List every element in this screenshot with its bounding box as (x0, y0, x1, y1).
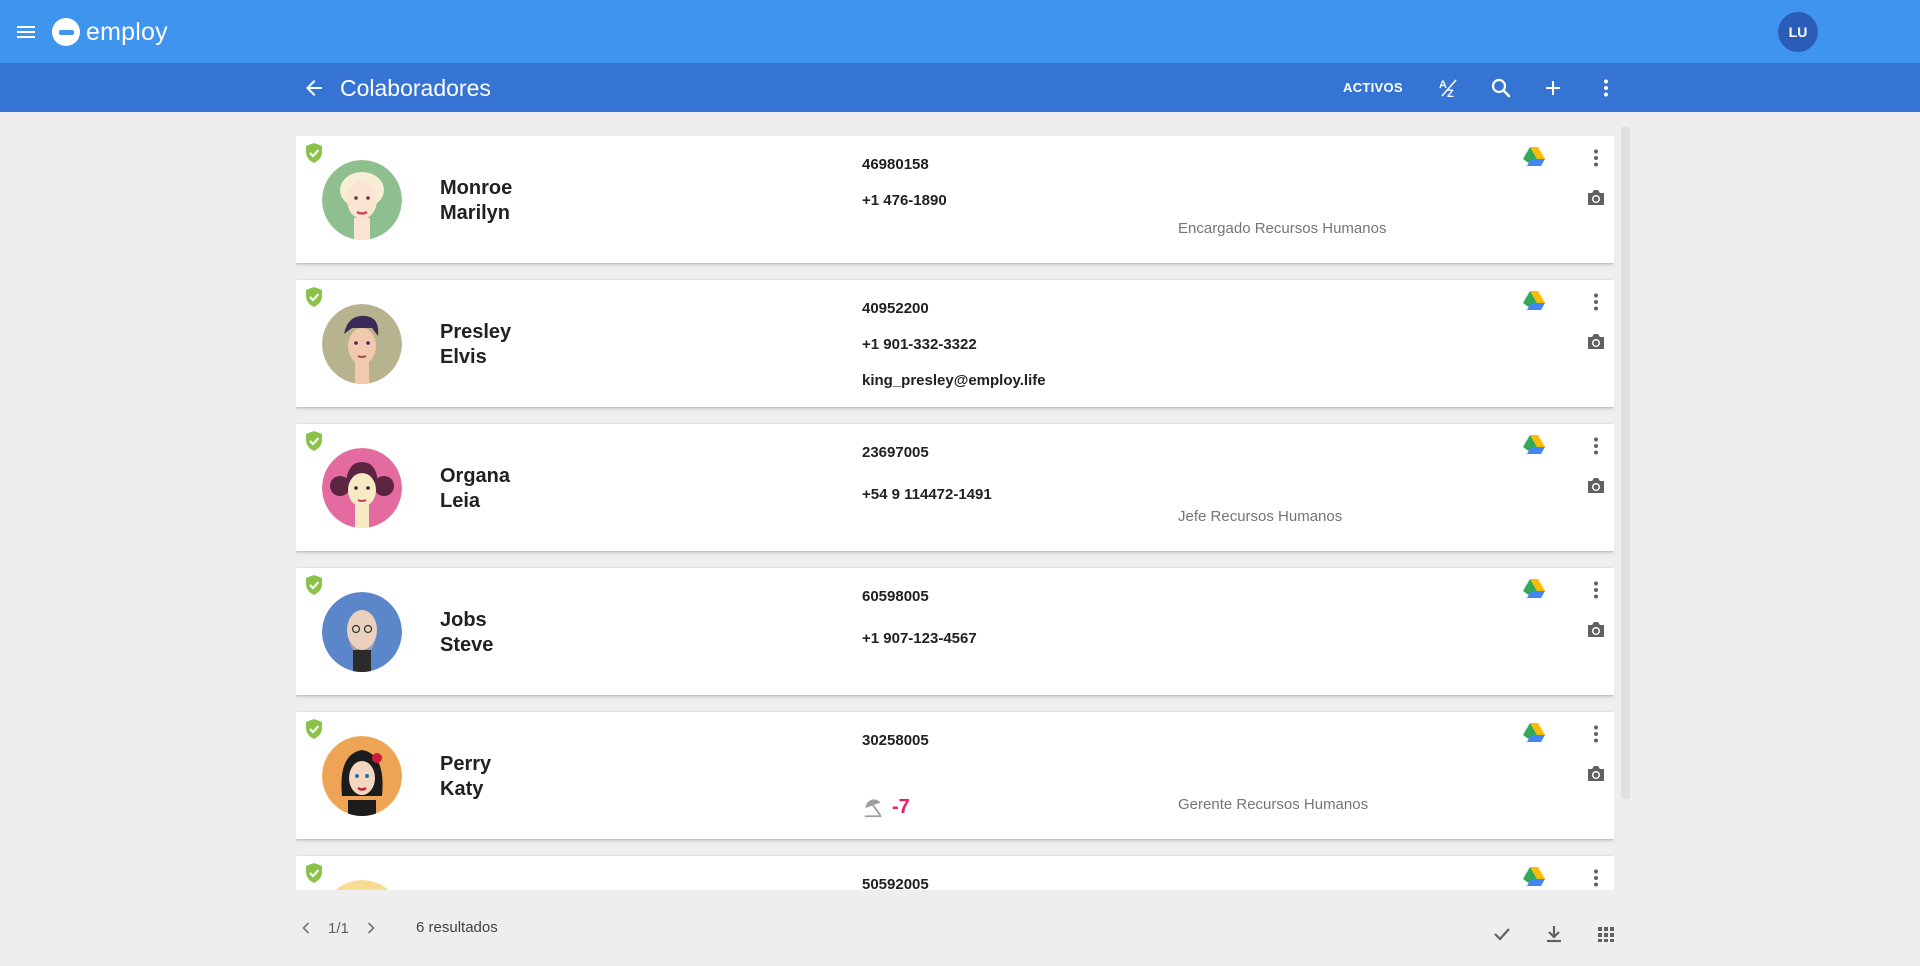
search-icon[interactable] (1489, 76, 1513, 100)
collaborator-card[interactable]: Perry Katy 30258005 -7 Gerente Recursos … (296, 712, 1614, 839)
verified-shield-icon (306, 863, 322, 883)
collaborator-name[interactable]: Perry Katy (440, 752, 491, 802)
brand-name: employ (86, 17, 168, 46)
results-count: 6 resultados (416, 919, 498, 936)
job-role: Jefe Recursos Humanos (1178, 508, 1343, 525)
grid-view-icon[interactable] (1594, 922, 1618, 946)
google-drive-icon[interactable] (1522, 290, 1546, 312)
collaborator-card[interactable]: Jobs Steve 60598005 +1 907-123-4567 (296, 568, 1614, 695)
first-name: Katy (440, 778, 484, 800)
job-role: Encargado Recursos Humanos (1178, 220, 1387, 237)
more-vert-icon[interactable] (1584, 434, 1608, 458)
avatar[interactable] (322, 736, 402, 816)
avatar[interactable] (322, 880, 402, 890)
sort-az-icon[interactable]: A Z (1437, 76, 1461, 100)
user-avatar[interactable]: LU (1778, 12, 1818, 52)
more-vert-icon[interactable] (1584, 146, 1608, 170)
first-name: Marilyn (440, 202, 511, 224)
camera-icon[interactable] (1584, 762, 1608, 786)
google-drive-icon[interactable] (1522, 722, 1546, 744)
collaborator-card[interactable]: Organa Leia 23697005 +54 9 114472-1491 J… (296, 424, 1614, 551)
phone-number: +1 476-1890 (862, 192, 947, 209)
last-name: Perry (440, 753, 492, 775)
phone-number: +54 9 114472-1491 (862, 486, 992, 503)
last-name: Monroe (440, 177, 513, 199)
menu-icon[interactable] (14, 20, 38, 44)
verified-shield-icon (306, 575, 322, 595)
add-icon[interactable] (1541, 76, 1565, 100)
camera-icon[interactable] (1584, 474, 1608, 498)
camera-icon[interactable] (1584, 186, 1608, 210)
beach-umbrella-icon (864, 798, 882, 817)
chevron-left-icon[interactable] (296, 918, 316, 938)
job-role: Gerente Recursos Humanos (1178, 796, 1369, 813)
list-footer: 1/1 6 resultados (296, 908, 1620, 948)
last-name: Organa (440, 465, 511, 487)
google-drive-icon[interactable] (1522, 434, 1546, 456)
vacation-balance: -7 (862, 796, 910, 819)
camera-icon[interactable] (1584, 618, 1608, 642)
google-drive-icon[interactable] (1522, 578, 1546, 600)
collaborator-name[interactable]: Jobs Steve (440, 608, 493, 658)
avatar[interactable] (322, 160, 402, 240)
more-vert-icon[interactable] (1594, 76, 1618, 100)
collaborator-list: Monroe Marilyn 46980158 +1 476-1890 Enca… (296, 136, 1614, 890)
verified-shield-icon (306, 719, 322, 739)
phone-number: +1 907-123-4567 (862, 630, 977, 647)
collaborator-name[interactable]: Organa Leia (440, 464, 510, 514)
collaborator-name[interactable]: Monroe Marilyn (440, 176, 512, 226)
google-drive-icon[interactable] (1522, 146, 1546, 168)
collaborator-card[interactable]: 50592005 (296, 856, 1614, 890)
active-filter-button[interactable]: ACTIVOS (1343, 80, 1403, 95)
collaborator-card[interactable]: Monroe Marilyn 46980158 +1 476-1890 Enca… (296, 136, 1614, 263)
phone-number: +1 901-332-3322 (862, 336, 977, 353)
download-icon[interactable] (1542, 922, 1566, 946)
page-toolbar: Colaboradores ACTIVOS A Z (0, 63, 1920, 112)
email-address[interactable]: king_presley@employ.life (862, 372, 1046, 389)
collaborator-name[interactable]: Presley Elvis (440, 320, 511, 370)
svg-text:A: A (1439, 79, 1447, 91)
document-number: 50592005 (862, 876, 929, 890)
last-name: Jobs (440, 609, 487, 631)
document-number: 60598005 (862, 588, 929, 605)
avatar[interactable] (322, 304, 402, 384)
back-arrow-icon[interactable] (302, 76, 326, 100)
more-vert-icon[interactable] (1584, 578, 1608, 602)
pagination: 1/1 (296, 918, 381, 938)
more-vert-icon[interactable] (1584, 722, 1608, 746)
collaborator-card[interactable]: Presley Elvis 40952200 +1 901-332-3322 k… (296, 280, 1614, 407)
brand-logo[interactable]: employ (52, 16, 168, 48)
first-name: Steve (440, 634, 494, 656)
more-vert-icon[interactable] (1584, 866, 1608, 890)
page-indicator: 1/1 (328, 919, 349, 937)
verified-shield-icon (306, 143, 322, 163)
verified-shield-icon (306, 431, 322, 451)
page-title: Colaboradores (340, 75, 491, 101)
google-drive-icon[interactable] (1522, 866, 1546, 888)
check-icon[interactable] (1490, 922, 1514, 946)
document-number: 40952200 (862, 300, 929, 317)
scrollbar[interactable] (1621, 127, 1630, 799)
app-bar: employ LU (0, 0, 1920, 63)
chevron-right-icon[interactable] (361, 918, 381, 938)
camera-icon[interactable] (1584, 330, 1608, 354)
logo-icon (52, 18, 80, 46)
avatar[interactable] (322, 592, 402, 672)
document-number: 30258005 (862, 732, 929, 749)
more-vert-icon[interactable] (1584, 290, 1608, 314)
avatar[interactable] (322, 448, 402, 528)
last-name: Presley (440, 321, 512, 343)
first-name: Elvis (440, 346, 487, 368)
verified-shield-icon (306, 287, 322, 307)
document-number: 23697005 (862, 444, 929, 461)
document-number: 46980158 (862, 156, 929, 173)
vacation-days: -7 (892, 796, 910, 818)
first-name: Leia (440, 490, 481, 512)
